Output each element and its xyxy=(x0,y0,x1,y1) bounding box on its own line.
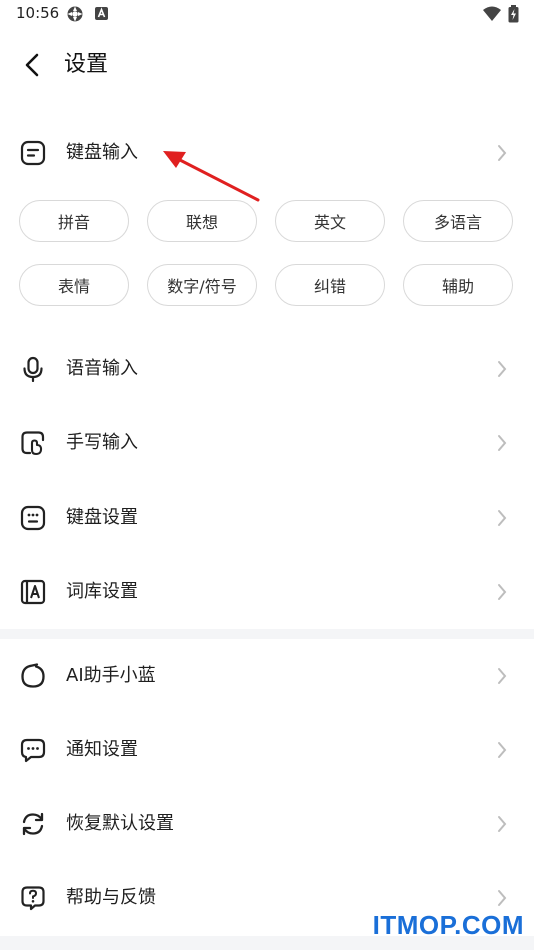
settings-item-notification-settings[interactable]: 通知设置 xyxy=(0,720,534,780)
chip-correction[interactable]: 纠错 xyxy=(275,264,385,306)
settings-item-label: AI助手小蓝 xyxy=(66,665,156,686)
settings-gear-icon xyxy=(66,5,84,27)
chevron-right-icon xyxy=(496,889,508,907)
ai-assistant-icon xyxy=(20,663,46,689)
handwriting-icon xyxy=(20,430,46,456)
header: 设置 xyxy=(0,40,534,90)
chevron-right-icon xyxy=(496,360,508,378)
settings-item-voice-input[interactable]: 语音输入 xyxy=(0,339,534,399)
settings-item-label: 键盘输入 xyxy=(66,142,138,163)
back-button[interactable] xyxy=(14,50,50,80)
chevron-right-icon xyxy=(496,741,508,759)
settings-item-reset-defaults[interactable]: 恢复默认设置 xyxy=(0,794,534,854)
settings-item-label: 帮助与反馈 xyxy=(66,887,156,908)
chip-numbers-symbols[interactable]: 数字/符号 xyxy=(147,264,257,306)
chevron-right-icon xyxy=(496,509,508,527)
status-time: 10:56 xyxy=(16,4,60,22)
settings-item-dictionary-settings[interactable]: 词库设置 xyxy=(0,562,534,622)
help-icon xyxy=(20,885,46,911)
settings-item-label: 语音输入 xyxy=(66,358,138,379)
settings-item-keyboard-settings[interactable]: 键盘设置 xyxy=(0,488,534,548)
page-title: 设置 xyxy=(64,52,109,77)
dictionary-icon xyxy=(20,579,46,605)
chevron-right-icon xyxy=(496,144,508,162)
chevron-left-icon xyxy=(25,53,39,77)
chevron-right-icon xyxy=(496,434,508,452)
chip-english[interactable]: 英文 xyxy=(275,200,385,242)
chip-assist[interactable]: 辅助 xyxy=(403,264,513,306)
chip-emoji[interactable]: 表情 xyxy=(19,264,129,306)
chip-association[interactable]: 联想 xyxy=(147,200,257,242)
chip-multilanguage[interactable]: 多语言 xyxy=(403,200,513,242)
section-divider xyxy=(0,629,534,639)
settings-item-label: 恢复默认设置 xyxy=(66,813,174,834)
keyboard-a-icon xyxy=(94,5,110,25)
chevron-right-icon xyxy=(496,815,508,833)
settings-item-label: 键盘设置 xyxy=(66,507,138,528)
status-bar: 10:56 xyxy=(0,0,534,28)
microphone-icon xyxy=(20,356,46,383)
notification-icon xyxy=(20,737,46,763)
chevron-right-icon xyxy=(496,667,508,685)
settings-item-keyboard-input[interactable]: 键盘输入 xyxy=(0,123,534,183)
keyboard-input-icon xyxy=(20,140,46,166)
settings-item-label: 通知设置 xyxy=(66,739,138,760)
settings-item-ai-assistant[interactable]: AI助手小蓝 xyxy=(0,646,534,706)
settings-item-handwriting-input[interactable]: 手写输入 xyxy=(0,413,534,473)
wifi-icon xyxy=(482,5,502,27)
watermark: ITMOP.COM xyxy=(372,910,524,940)
keyboard-settings-icon xyxy=(20,505,46,531)
reset-icon xyxy=(20,811,46,837)
battery-charging-icon xyxy=(508,5,519,27)
chip-pinyin[interactable]: 拼音 xyxy=(19,200,129,242)
settings-item-label: 词库设置 xyxy=(66,581,138,602)
chevron-right-icon xyxy=(496,583,508,601)
settings-item-label: 手写输入 xyxy=(66,432,138,453)
